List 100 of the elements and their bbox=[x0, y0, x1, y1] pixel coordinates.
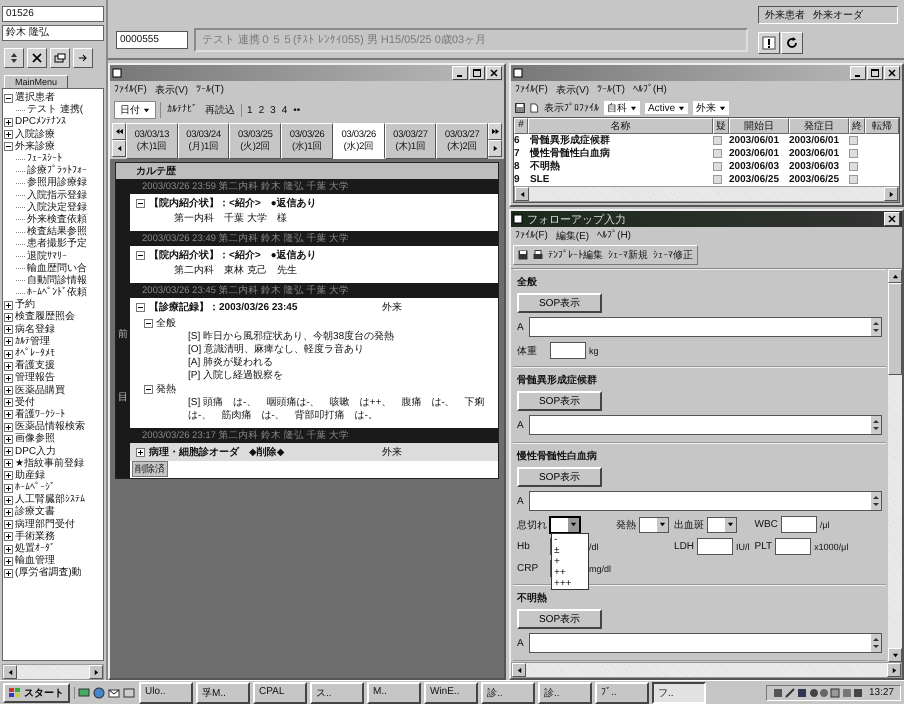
tree-item[interactable]: 輸血管理 bbox=[15, 555, 55, 568]
taskbar-button[interactable]: Ulo.. bbox=[139, 682, 193, 704]
tree-item[interactable]: (厚労省調査)動 bbox=[15, 567, 82, 580]
dropdown[interactable] bbox=[639, 516, 670, 532]
tree-item[interactable]: 医薬品購買 bbox=[15, 384, 65, 397]
tree-item[interactable]: 受付 bbox=[15, 396, 35, 409]
taskbar-button[interactable]: 孚M.. bbox=[196, 682, 250, 704]
menu-item[interactable]: 表示(V) bbox=[154, 83, 188, 97]
expand-icon[interactable] bbox=[4, 447, 13, 456]
memo-field[interactable] bbox=[528, 633, 882, 653]
taskbar-button[interactable]: ﾌﾞ.. bbox=[595, 682, 649, 704]
tree-item[interactable]: 管理報告 bbox=[15, 372, 55, 384]
expand-icon[interactable] bbox=[4, 410, 13, 420]
expand-icon[interactable] bbox=[4, 337, 13, 346]
taskbar-button[interactable]: 診.. bbox=[481, 682, 535, 704]
checkbox-icon[interactable] bbox=[713, 136, 722, 145]
tree-item[interactable]: 処置ｵｰﾀﾞ bbox=[15, 543, 55, 556]
sop-button[interactable]: SOP表示 bbox=[517, 609, 602, 629]
collapse-icon[interactable] bbox=[4, 142, 13, 152]
last-page-button[interactable] bbox=[488, 123, 502, 140]
toolbar-button[interactable]: ｶﾙﾃﾅﾋﾞ bbox=[165, 102, 199, 118]
save-icon[interactable] bbox=[515, 103, 525, 113]
page-button[interactable]: 4 bbox=[280, 104, 288, 116]
tree-item[interactable]: 患者撮影予定 bbox=[27, 238, 87, 250]
menu-item[interactable]: ﾌｧｲﾙ(F) bbox=[515, 83, 548, 97]
column-header[interactable]: 開始日 bbox=[729, 118, 789, 134]
date-dropdown[interactable]: 日付 bbox=[114, 101, 156, 119]
checkbox-icon[interactable] bbox=[713, 149, 722, 158]
input-field[interactable] bbox=[550, 342, 586, 359]
page-button[interactable]: 3 bbox=[269, 104, 277, 116]
taskbar-button[interactable]: 診.. bbox=[538, 682, 592, 704]
expand-icon[interactable] bbox=[4, 386, 13, 396]
horizontal-scrollbar[interactable] bbox=[511, 662, 902, 678]
tree-item[interactable]: 医薬品情報検索 bbox=[15, 421, 85, 434]
tree-item[interactable]: 退院ｻﾏﾘｰ bbox=[27, 250, 67, 263]
collapse-icon[interactable] bbox=[144, 384, 153, 394]
sop-button[interactable]: SOP表示 bbox=[517, 467, 602, 487]
menu-item[interactable]: ﾌｧｲﾙ(F) bbox=[515, 229, 548, 243]
date-tab[interactable]: 03/03/27 (木)2回 bbox=[436, 123, 488, 159]
tree-item[interactable]: 輸血歴問い合 bbox=[27, 262, 87, 275]
sop-button[interactable]: SOP表示 bbox=[517, 391, 602, 411]
menu-item[interactable]: 表示(V) bbox=[556, 83, 590, 97]
date-tab[interactable]: 03/03/27 (木)1回 bbox=[384, 123, 436, 159]
expand-icon[interactable] bbox=[4, 556, 13, 566]
checkbox-icon[interactable] bbox=[713, 162, 722, 171]
window-button[interactable] bbox=[50, 48, 70, 68]
browser-icon[interactable] bbox=[93, 686, 105, 698]
alert-button[interactable] bbox=[758, 32, 780, 54]
page-button[interactable]: 1 bbox=[246, 104, 254, 116]
input-field[interactable] bbox=[775, 538, 812, 555]
tree-item[interactable]: 病名登録 bbox=[15, 324, 55, 336]
tree-item[interactable]: 看護支援 bbox=[15, 360, 55, 372]
expand-icon[interactable] bbox=[4, 484, 13, 493]
expand-icon[interactable] bbox=[4, 374, 13, 383]
expand-icon[interactable] bbox=[4, 130, 13, 140]
column-header[interactable]: 名称 bbox=[528, 118, 713, 134]
tree-item[interactable]: 画像参照 bbox=[15, 433, 55, 446]
previous-button[interactable] bbox=[112, 140, 126, 157]
checkbox-icon[interactable] bbox=[713, 175, 722, 184]
expand-icon[interactable] bbox=[4, 422, 13, 432]
taskbar-button[interactable]: フ.. bbox=[652, 682, 706, 704]
tree-item[interactable]: ﾎｰﾑﾍﾟｰｼﾞ bbox=[15, 482, 55, 494]
tree-item[interactable]: DPCﾒﾝﾃﾅﾝｽ bbox=[15, 116, 66, 128]
expand-icon[interactable] bbox=[4, 544, 13, 554]
expand-icon[interactable] bbox=[4, 434, 13, 444]
first-page-button[interactable] bbox=[112, 123, 126, 140]
tray-icons-drawing[interactable] bbox=[772, 686, 863, 698]
tree-item[interactable]: ｶﾙﾃ管理 bbox=[15, 336, 50, 348]
expand-icon[interactable] bbox=[4, 508, 13, 517]
document-icon[interactable] bbox=[530, 103, 539, 113]
dropdown[interactable] bbox=[707, 516, 738, 532]
memo-field[interactable] bbox=[528, 415, 882, 435]
taskbar-button[interactable]: WinE.. bbox=[424, 682, 478, 704]
memo-field[interactable] bbox=[528, 491, 882, 511]
filter-dropdown[interactable]: 自科 bbox=[604, 101, 640, 115]
toolbar-button[interactable]: ｼｪｰﾏ修正 bbox=[653, 248, 693, 262]
page-button[interactable]: •• bbox=[292, 104, 302, 116]
scroll-thumb[interactable] bbox=[888, 283, 902, 375]
dropdown-option[interactable]: ± bbox=[552, 544, 588, 556]
date-tab[interactable]: 03/03/25 (火)2回 bbox=[229, 123, 282, 159]
tree-item[interactable]: 外来検査依頼 bbox=[27, 214, 87, 226]
expand-icon[interactable] bbox=[4, 459, 13, 468]
menu-item[interactable]: ﾍﾙﾌﾟ(H) bbox=[632, 83, 667, 97]
expand-icon[interactable] bbox=[4, 300, 13, 310]
tree-item[interactable]: ｵﾍﾟﾚｰﾀﾒﾓ bbox=[15, 348, 55, 360]
expand-icon[interactable] bbox=[4, 312, 13, 322]
refresh-button[interactable] bbox=[781, 32, 803, 54]
tree-item[interactable]: 助産録 bbox=[15, 470, 45, 482]
expand-icon[interactable] bbox=[4, 325, 13, 334]
menu-item[interactable]: ﾌｧｲﾙ(F) bbox=[114, 83, 147, 97]
collapse-icon[interactable] bbox=[136, 198, 145, 208]
taskbar-button[interactable]: ス.. bbox=[310, 682, 364, 704]
horizontal-scrollbar[interactable] bbox=[2, 664, 104, 680]
column-header[interactable]: 疑 bbox=[713, 118, 729, 134]
tree-item[interactable]: ﾎｰﾑﾍﾟﾝﾄﾞ依頼 bbox=[27, 287, 87, 300]
filter-dropdown[interactable]: Active bbox=[645, 102, 688, 114]
dropdown-option[interactable]: - bbox=[552, 534, 588, 544]
dropdown-option[interactable]: ++ bbox=[552, 566, 588, 578]
expand-icon[interactable] bbox=[4, 520, 13, 530]
tree-item[interactable]: 検査履歴照会 bbox=[15, 311, 75, 324]
